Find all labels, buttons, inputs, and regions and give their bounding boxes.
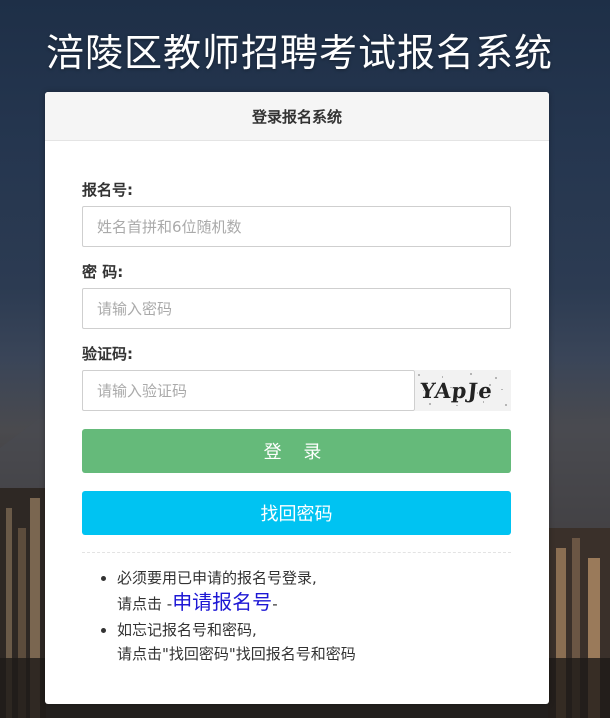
note-line-3: 如忘记报名号和密码,: [117, 621, 257, 639]
divider: [82, 552, 511, 553]
note-line-1: 必须要用已申请的报名号登录,: [117, 569, 317, 587]
captcha-text: YApJe: [418, 378, 495, 403]
login-panel: 登录报名系统 报名号: 密 码: 验证码: YApJe 登 录: [45, 92, 549, 704]
captcha-label: 验证码:: [82, 345, 133, 363]
find-password-button[interactable]: 找回密码: [82, 491, 511, 535]
note-item: 必须要用已申请的报名号登录, 请点击 -申请报名号-: [117, 566, 522, 616]
note-line-2-prefix: 请点击 -: [117, 595, 173, 613]
captcha-image[interactable]: YApJe: [415, 370, 511, 411]
page-title: 涪陵区教师招聘考试报名系统: [46, 31, 554, 75]
registration-number-label: 报名号:: [82, 181, 133, 199]
note-item: 如忘记报名号和密码, 请点击"找回密码"找回报名号和密码: [117, 618, 522, 666]
apply-registration-link[interactable]: 申请报名号: [172, 590, 272, 614]
login-button[interactable]: 登 录: [82, 429, 511, 473]
notes-list: 必须要用已申请的报名号登录, 请点击 -申请报名号- 如忘记报名号和密码, 请点…: [100, 566, 522, 668]
captcha-input[interactable]: [82, 370, 415, 411]
password-label: 密 码:: [82, 263, 124, 281]
registration-number-input[interactable]: [82, 206, 511, 247]
password-input[interactable]: [82, 288, 511, 329]
panel-title: 登录报名系统: [45, 92, 549, 141]
note-line-4: 请点击"找回密码"找回报名号和密码: [117, 645, 356, 663]
note-line-2-suffix: -: [272, 595, 278, 613]
